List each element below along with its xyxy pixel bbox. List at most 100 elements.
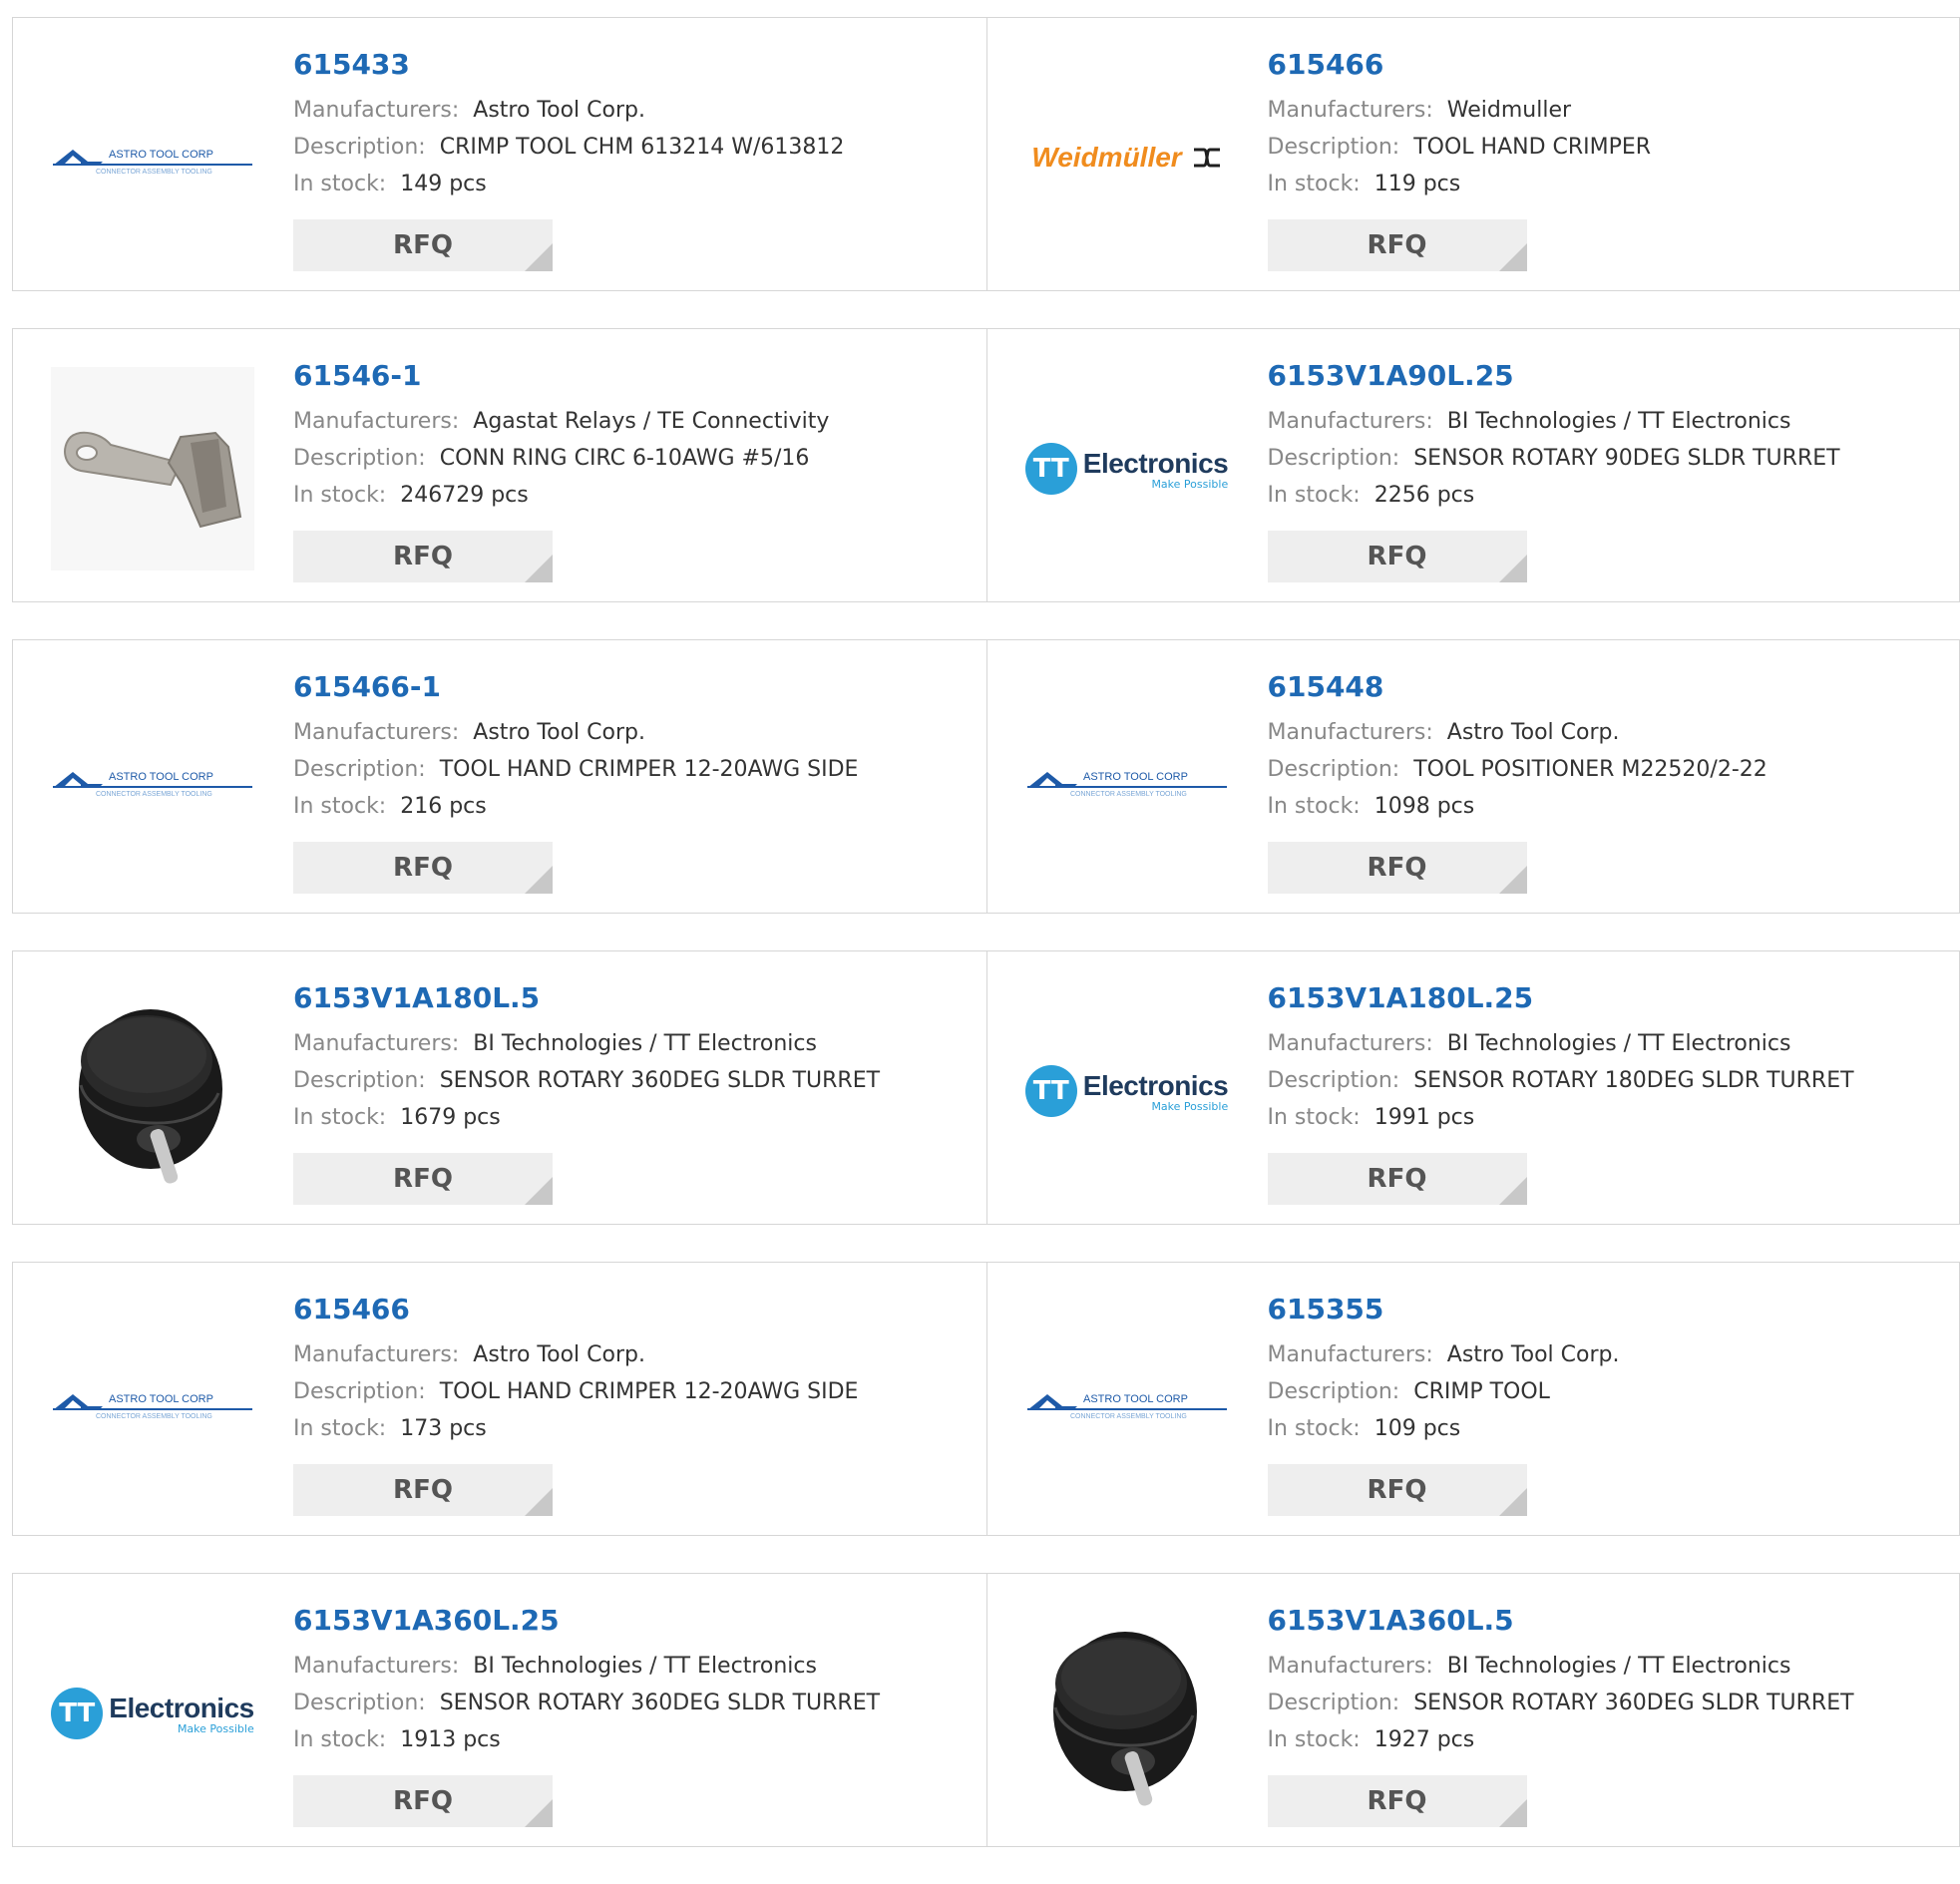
product-card: TTElectronicsMake Possible 6153V1A90L.25… — [987, 328, 1960, 602]
manufacturer-row: Manufacturers:Weidmuller — [1268, 92, 1652, 129]
stock-row: In stock: 216 pcs — [293, 788, 858, 825]
stock-value: 216 pcs — [400, 794, 487, 819]
astro-tool-corp-logo: ASTRO TOOL CORPCONNECTOR ASSEMBLY TOOLIN… — [1025, 1372, 1229, 1432]
rfq-label: RFQ — [393, 542, 453, 571]
manufacturer-label: Manufacturers: — [1268, 720, 1433, 745]
rfq-label: RFQ — [1368, 230, 1427, 260]
description-value: SENSOR ROTARY 90DEG SLDR TURRET — [1413, 446, 1839, 471]
stock-value: 149 pcs — [400, 172, 487, 196]
rfq-button[interactable]: RFQ — [1268, 1775, 1527, 1827]
manufacturer-label: Manufacturers: — [1268, 1654, 1433, 1679]
product-image[interactable]: ASTRO TOOL CORPCONNECTOR ASSEMBLY TOOLIN… — [1025, 1301, 1229, 1504]
manufacturer-value: Agastat Relays / TE Connectivity — [473, 409, 829, 434]
rfq-button[interactable]: RFQ — [1268, 1153, 1527, 1205]
astro-tool-corp-logo: ASTRO TOOL CORP CONNECTOR ASSEMBLY TOOLIN… — [51, 750, 254, 810]
product-image[interactable] — [51, 989, 254, 1193]
rotary-sensor-photo — [1025, 1612, 1229, 1815]
product-info: 615448 Manufacturers:Astro Tool Corp. De… — [1268, 670, 1767, 825]
part-number-link[interactable]: 615466-1 — [293, 670, 858, 704]
manufacturer-label: Manufacturers: — [1268, 1031, 1433, 1056]
product-card: ASTRO TOOL CORPCONNECTOR ASSEMBLY TOOLIN… — [12, 1262, 987, 1536]
part-number-link[interactable]: 615466 — [1268, 48, 1652, 82]
rfq-corner-decoration — [1499, 1799, 1527, 1827]
part-number-link[interactable]: 615355 — [1268, 1293, 1620, 1326]
product-image[interactable]: Weidmüller — [1025, 56, 1229, 259]
description-value: TOOL POSITIONER M22520/2-22 — [1413, 757, 1767, 782]
rfq-corner-decoration — [1499, 1488, 1527, 1516]
part-number-link[interactable]: 615466 — [293, 1293, 858, 1326]
weidmuller-word: Weidmüller — [1031, 142, 1181, 174]
product-card: TTElectronicsMake Possible 6153V1A180L.2… — [987, 950, 1960, 1225]
description-label: Description: — [293, 446, 426, 471]
rfq-button[interactable]: RFQ — [1268, 842, 1527, 894]
manufacturer-label: Manufacturers: — [293, 1342, 459, 1367]
rfq-button[interactable]: RFQ — [1268, 531, 1527, 582]
manufacturer-row: Manufacturers:BI Technologies / TT Elect… — [1268, 1648, 1854, 1685]
product-info: 615355 Manufacturers:Astro Tool Corp. De… — [1268, 1293, 1620, 1447]
astro-logo-subtitle: CONNECTOR ASSEMBLY TOOLING — [96, 791, 212, 798]
rfq-corner-decoration — [1499, 555, 1527, 582]
product-card: 61546-1 Manufacturers:Agastat Relays / T… — [12, 328, 987, 602]
rfq-button[interactable]: RFQ — [293, 219, 553, 271]
description-row: Description:SENSOR ROTARY 180DEG SLDR TU… — [1268, 1062, 1854, 1099]
product-image[interactable] — [51, 367, 254, 570]
product-info: 6153V1A180L.25 Manufacturers:BI Technolo… — [1268, 981, 1854, 1136]
manufacturer-value: BI Technologies / TT Electronics — [473, 1654, 817, 1679]
rfq-button[interactable]: RFQ — [293, 842, 553, 894]
description-value: SENSOR ROTARY 360DEG SLDR TURRET — [440, 1068, 880, 1093]
rfq-button[interactable]: RFQ — [293, 1775, 553, 1827]
rfq-label: RFQ — [393, 853, 453, 883]
part-number-link[interactable]: 6153V1A180L.25 — [1268, 981, 1854, 1015]
rfq-label: RFQ — [1368, 853, 1427, 883]
description-row: Description: SENSOR ROTARY 360DEG SLDR TU… — [293, 1062, 880, 1099]
product-image[interactable]: ASTRO TOOL CORP CONNECTOR ASSEMBLY TOOLIN… — [51, 678, 254, 882]
description-value: TOOL HAND CRIMPER — [1413, 135, 1651, 160]
product-card: ASTRO TOOL CORP CONNECTOR ASSEMBLY TOOLIN… — [12, 639, 987, 914]
product-image[interactable]: TTElectronicsMake Possible — [51, 1612, 254, 1815]
part-number-link[interactable]: 6153V1A360L.5 — [1268, 1604, 1854, 1638]
part-number-link[interactable]: 615448 — [1268, 670, 1767, 704]
stock-value: 173 pcs — [400, 1416, 487, 1441]
product-image[interactable]: TTElectronicsMake Possible — [1025, 989, 1229, 1193]
product-row: 61546-1 Manufacturers:Agastat Relays / T… — [12, 328, 1960, 602]
product-image[interactable]: ASTRO TOOL CORPCONNECTOR ASSEMBLY TOOLIN… — [1025, 678, 1229, 882]
product-info: 6153V1A360L.5 Manufacturers:BI Technolog… — [1268, 1604, 1854, 1758]
astro-tool-corp-logo: ASTRO TOOL CORPCONNECTOR ASSEMBLY TOOLIN… — [51, 1372, 254, 1432]
product-image[interactable]: TTElectronicsMake Possible — [1025, 367, 1229, 570]
part-number-link[interactable]: 6153V1A360L.25 — [293, 1604, 880, 1638]
stock-value: 246729 pcs — [400, 483, 529, 508]
product-card: ASTRO TOOL CORPCONNECTOR ASSEMBLY TOOLIN… — [987, 1262, 1960, 1536]
rfq-corner-decoration — [525, 1177, 553, 1205]
description-label: Description: — [1268, 135, 1400, 160]
description-row: Description:CONN RING CIRC 6-10AWG #5/16 — [293, 440, 829, 477]
description-row: Description:SENSOR ROTARY 90DEG SLDR TUR… — [1268, 440, 1840, 477]
stock-row: In stock:2256 pcs — [1268, 477, 1840, 514]
description-row: Description:SENSOR ROTARY 360DEG SLDR TU… — [293, 1685, 880, 1721]
astro-logo-title: ASTRO TOOL CORP — [1083, 771, 1188, 783]
astro-logo-title: ASTRO TOOL CORP — [109, 771, 213, 783]
part-number-link[interactable]: 6153V1A180L.5 — [293, 981, 880, 1015]
manufacturer-value: Astro Tool Corp. — [1447, 720, 1620, 745]
stock-row: In stock:1679 pcs — [293, 1099, 880, 1136]
rfq-button[interactable]: RFQ — [1268, 219, 1527, 271]
rfq-button[interactable]: RFQ — [1268, 1464, 1527, 1516]
rfq-button[interactable]: RFQ — [293, 1464, 553, 1516]
rfq-button[interactable]: RFQ — [293, 531, 553, 582]
stock-label: In stock: — [293, 794, 386, 819]
tt-tagline: Make Possible — [1151, 1100, 1228, 1113]
part-number-link[interactable]: 615433 — [293, 48, 844, 82]
product-card: ASTRO TOOL CORPCONNECTOR ASSEMBLY TOOLIN… — [12, 17, 987, 291]
description-label: Description: — [1268, 1068, 1400, 1093]
description-row: Description:TOOL HAND CRIMPER 12-20AWG S… — [293, 751, 858, 788]
rfq-button[interactable]: RFQ — [293, 1153, 553, 1205]
part-number-link[interactable]: 61546-1 — [293, 359, 829, 393]
description-label: Description: — [1268, 1379, 1400, 1404]
product-image[interactable]: ASTRO TOOL CORPCONNECTOR ASSEMBLY TOOLIN… — [51, 1301, 254, 1504]
description-label: Description: — [293, 1068, 426, 1093]
product-image[interactable] — [1025, 1612, 1229, 1815]
product-image[interactable]: ASTRO TOOL CORPCONNECTOR ASSEMBLY TOOLIN… — [51, 56, 254, 259]
product-row: ASTRO TOOL CORPCONNECTOR ASSEMBLY TOOLIN… — [12, 17, 1960, 291]
part-number-link[interactable]: 6153V1A90L.25 — [1268, 359, 1840, 393]
rfq-label: RFQ — [393, 1475, 453, 1505]
product-row: ASTRO TOOL CORPCONNECTOR ASSEMBLY TOOLIN… — [12, 1262, 1960, 1536]
